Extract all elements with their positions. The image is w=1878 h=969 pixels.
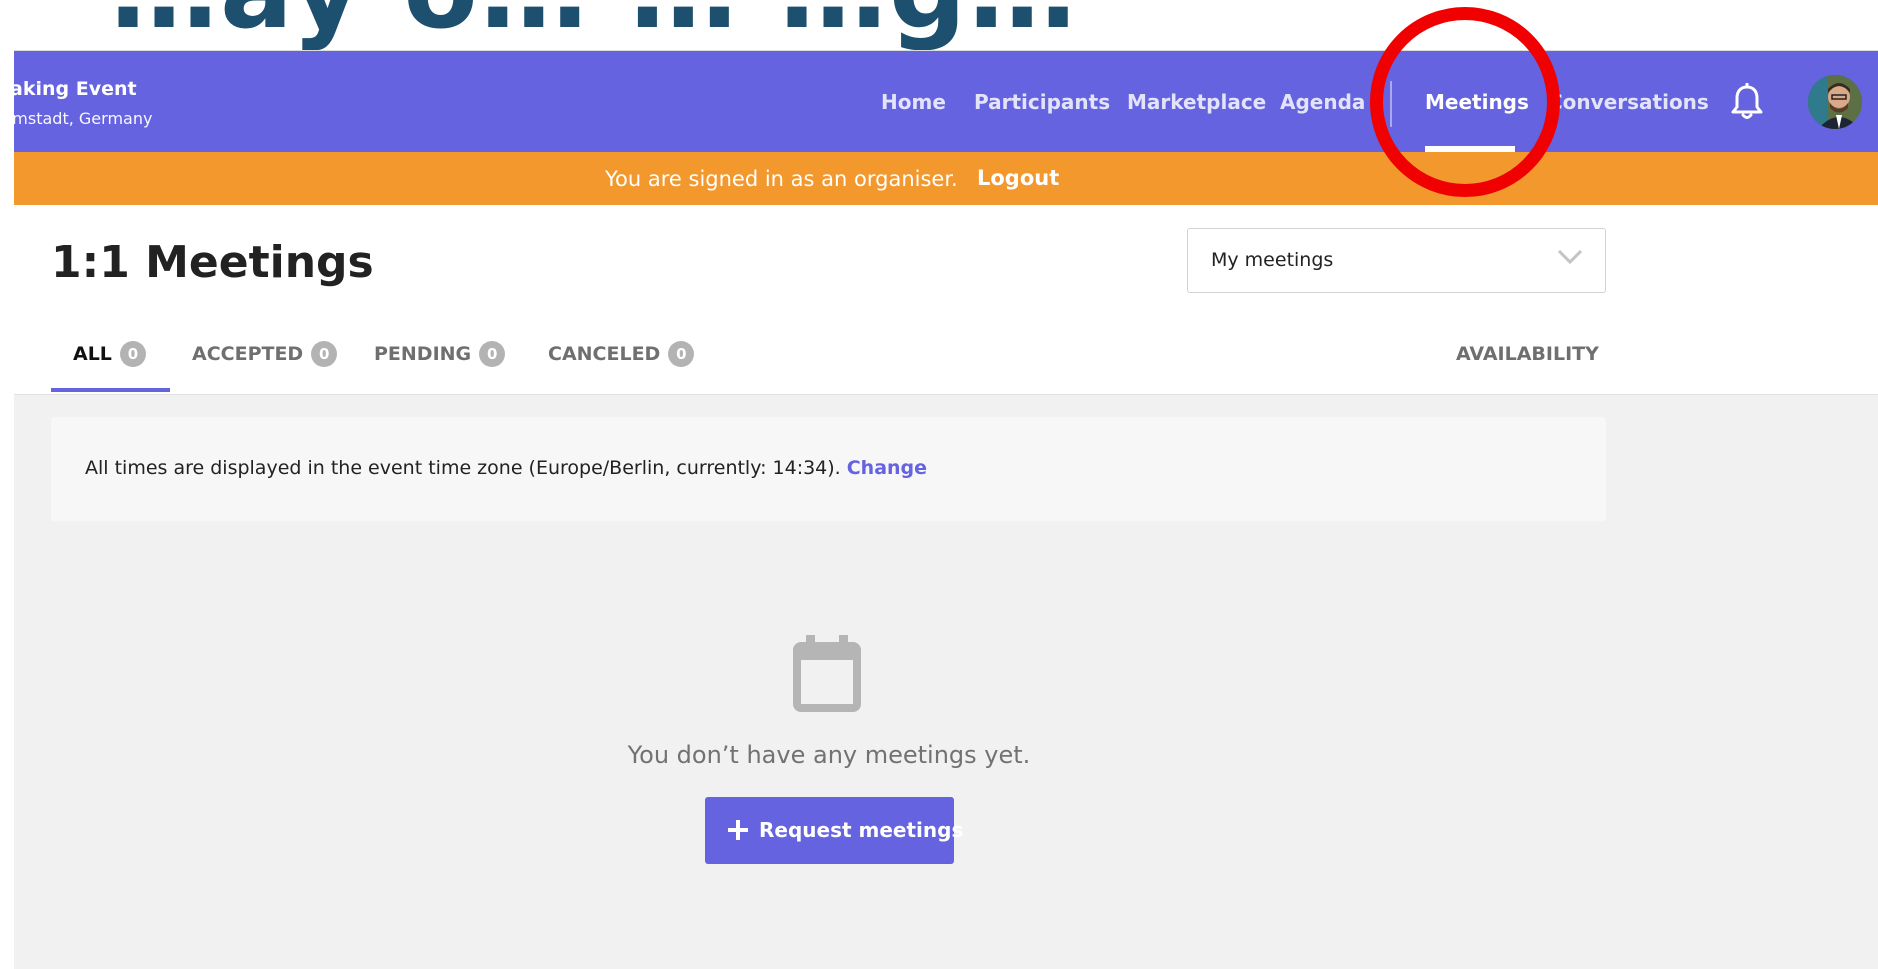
nav-item-meetings[interactable]: Meetings — [1425, 90, 1529, 114]
event-name: aking Event — [14, 78, 137, 100]
bell-icon[interactable] — [1730, 83, 1764, 121]
page-title: 1:1 Meetings — [51, 237, 374, 288]
page-heading-fragment: …ay o… … …g… — [110, 0, 1078, 53]
organiser-banner: You are signed in as an organiser. Logou… — [14, 152, 1878, 205]
tab-label: ALL — [73, 343, 112, 365]
organiser-message: You are signed in as an organiser. — [605, 167, 958, 191]
nav-item-agenda[interactable]: Agenda — [1280, 90, 1365, 114]
chevron-down-icon — [1557, 249, 1583, 265]
nav-item-conversations[interactable]: Conversations — [1548, 90, 1709, 114]
logout-link[interactable]: Logout — [977, 166, 1059, 190]
count-badge: 0 — [668, 341, 695, 367]
empty-state-message: You don’t have any meetings yet. — [627, 741, 1031, 769]
count-badge: 0 — [479, 341, 506, 367]
request-meetings-button[interactable]: Request meetings — [705, 797, 963, 864]
tab-label: CANCELED — [548, 343, 661, 365]
count-badge: 0 — [119, 341, 146, 367]
calendar-icon — [793, 635, 861, 712]
top-navbar: aking Event rmstadt, Germany Home Partic… — [14, 51, 1878, 152]
tab-label: ACCEPTED — [192, 343, 304, 365]
change-timezone-link[interactable]: Change — [847, 457, 927, 479]
request-meetings-label: Request meetings — [759, 818, 964, 842]
app-frame: aking Event rmstadt, Germany Home Partic… — [14, 50, 1878, 969]
tab-accepted[interactable]: ACCEPTED 0 — [192, 341, 338, 367]
tab-label: PENDING — [374, 343, 472, 365]
availability-link[interactable]: AVAILABILITY — [1456, 343, 1599, 365]
count-badge: 0 — [311, 341, 338, 367]
user-avatar[interactable] — [1808, 75, 1862, 129]
nav-item-home[interactable]: Home — [881, 90, 946, 114]
timezone-notice: All times are displayed in the event tim… — [51, 417, 1606, 521]
tab-all[interactable]: ALL 0 — [73, 341, 146, 367]
timezone-notice-text: All times are displayed in the event tim… — [85, 457, 841, 479]
tab-active-indicator — [51, 388, 170, 392]
tab-canceled[interactable]: CANCELED 0 — [548, 341, 695, 367]
meetings-header: 1:1 Meetings My meetings ALL 0 ACCEPTED 0 … — [14, 205, 1878, 395]
meetings-filter-select[interactable]: My meetings — [1187, 228, 1606, 293]
select-value: My meetings — [1211, 249, 1334, 271]
tab-pending[interactable]: PENDING 0 — [374, 341, 506, 367]
timezone-notice-text-row: All times are displayed in the event tim… — [85, 457, 927, 479]
nav-item-marketplace[interactable]: Marketplace — [1127, 90, 1266, 114]
event-location: rmstadt, Germany — [14, 109, 153, 128]
nav-item-participants[interactable]: Participants — [974, 90, 1110, 114]
plus-icon — [728, 820, 748, 840]
nav-separator — [1390, 81, 1392, 127]
